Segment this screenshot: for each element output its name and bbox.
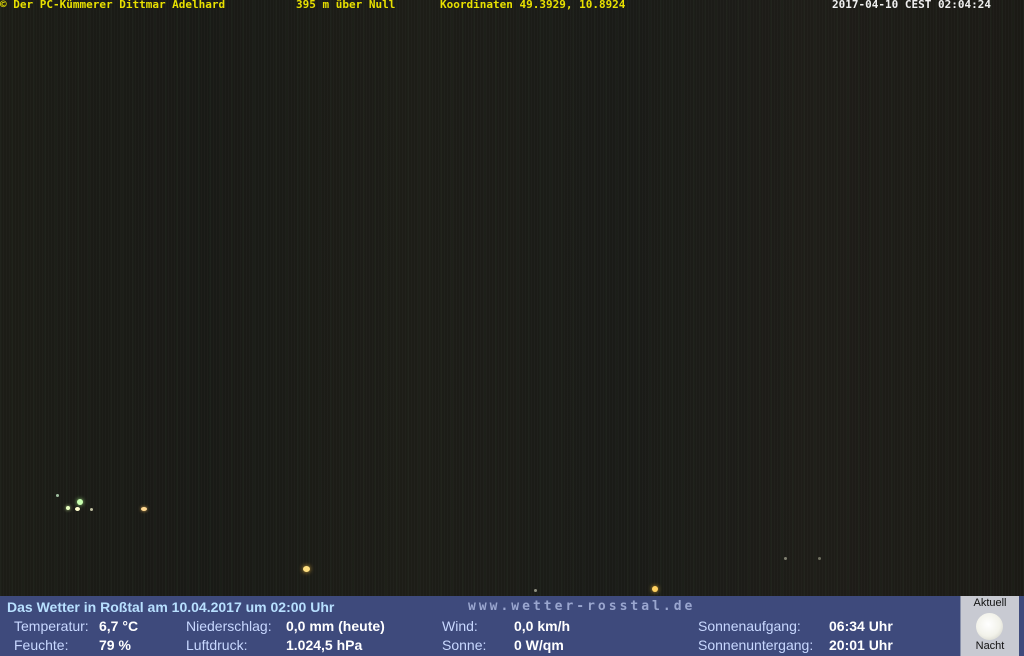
distant-light [75, 507, 80, 511]
distant-light [784, 557, 787, 560]
moon-top-label: Aktuell [973, 597, 1007, 609]
distant-light [77, 499, 83, 505]
precipitation-value: 0,0 mm (heute) [286, 618, 385, 634]
temperature-value: 6,7 °C [99, 618, 139, 634]
distant-light [652, 586, 658, 592]
distant-light [818, 557, 821, 560]
humidity-value: 79 % [99, 637, 131, 653]
distant-light [303, 566, 310, 572]
coordinates-text: Koordinaten 49.3929, 10.8924 [440, 0, 626, 11]
distant-light [90, 508, 93, 511]
pressure-label: Luftdruck: [186, 637, 248, 653]
sunset-value: 20:01 Uhr [829, 637, 893, 653]
distant-light [66, 506, 70, 510]
sunrise-label: Sonnenaufgang: [698, 618, 801, 634]
wind-value: 0,0 km/h [514, 618, 571, 634]
camera-overlay-bar: © Der PC-Kümmerer Dittmar Adelhard 395 m… [0, 0, 1024, 12]
credit-text: © Der PC-Kümmerer Dittmar Adelhard [0, 0, 226, 11]
moon-bottom-label: Nacht [975, 640, 1005, 652]
wind-label: Wind: [442, 618, 478, 634]
distant-light [141, 507, 147, 511]
weather-info-panel: Das Wetter in Roßtal am 10.04.2017 um 02… [0, 596, 1024, 656]
website-link[interactable]: www.wetter-rosstal.de [468, 599, 695, 615]
moon-phase-box: Aktuell Nacht [960, 596, 1019, 656]
precipitation-label: Niederschlag: [186, 618, 272, 634]
distant-light [534, 589, 537, 592]
humidity-label: Feuchte: [14, 637, 69, 653]
altitude-text: 395 m über Null [296, 0, 396, 11]
sun-value: 0 W/qm [514, 637, 564, 653]
pressure-value: 1.024,5 hPa [286, 637, 363, 653]
weather-headline: Das Wetter in Roßtal am 10.04.2017 um 02… [7, 599, 335, 615]
distant-light [56, 494, 59, 497]
timestamp-text: 2017-04-10 CEST 02:04:24 [832, 0, 991, 11]
full-moon-icon [976, 613, 1003, 640]
temperature-label: Temperatur: [14, 618, 89, 634]
sun-label: Sonne: [442, 637, 487, 653]
sunrise-value: 06:34 Uhr [829, 618, 893, 634]
webcam-night-image: © Der PC-Kümmerer Dittmar Adelhard 395 m… [0, 0, 1024, 596]
sunset-label: Sonnenuntergang: [698, 637, 814, 653]
